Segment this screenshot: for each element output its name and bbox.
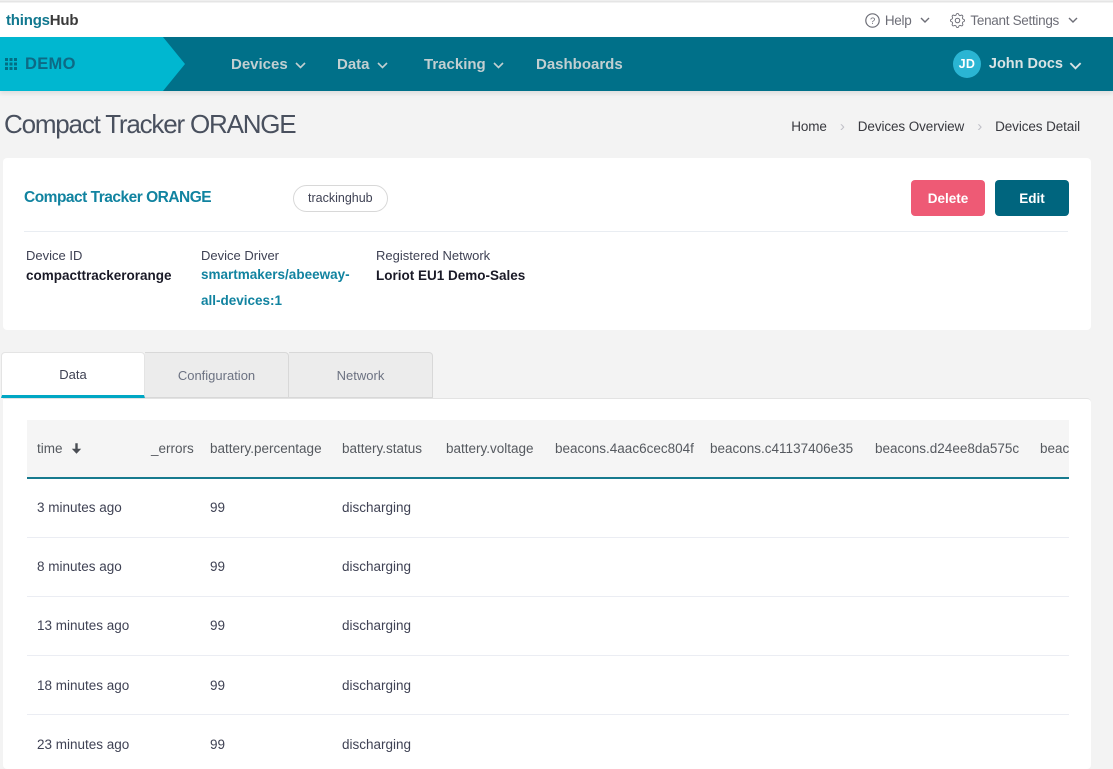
svg-text:?: ? bbox=[870, 15, 875, 26]
